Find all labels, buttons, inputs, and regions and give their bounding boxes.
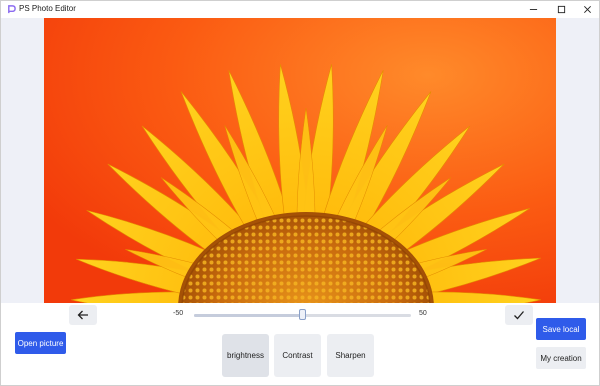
maximize-button[interactable] — [547, 1, 575, 18]
photo-canvas[interactable] — [44, 18, 556, 303]
minimize-icon — [529, 9, 537, 10]
slider-fill — [194, 314, 303, 317]
slider-max-label: 50 — [419, 310, 427, 317]
tool-sharpen[interactable]: Sharpen — [327, 334, 374, 377]
save-local-button[interactable]: Save local — [536, 318, 586, 340]
app-window: PS Photo Editor -50 50 Open picture brig… — [0, 0, 600, 386]
slider-min-label: -50 — [173, 310, 184, 317]
slider-thumb[interactable] — [299, 309, 306, 320]
editor-area — [1, 18, 599, 385]
close-icon — [583, 6, 591, 13]
window-title: PS Photo Editor — [19, 4, 76, 13]
my-creation-button[interactable]: My creation — [536, 347, 586, 369]
app-logo-icon — [8, 5, 16, 14]
sunflower-image — [44, 18, 556, 303]
confirm-button[interactable] — [505, 305, 533, 325]
tool-contrast[interactable]: Contrast — [274, 334, 321, 377]
open-picture-button[interactable]: Open picture — [15, 332, 66, 354]
tool-brightness[interactable]: brightness — [222, 334, 269, 377]
minimize-button[interactable] — [519, 1, 547, 18]
back-button[interactable] — [69, 305, 97, 325]
close-button[interactable] — [573, 1, 600, 18]
title-bar: PS Photo Editor — [1, 1, 599, 18]
maximize-icon — [557, 5, 565, 14]
adjustment-slider[interactable] — [194, 309, 411, 320]
checkmark-icon — [514, 311, 524, 320]
arrow-left-icon — [77, 310, 88, 320]
